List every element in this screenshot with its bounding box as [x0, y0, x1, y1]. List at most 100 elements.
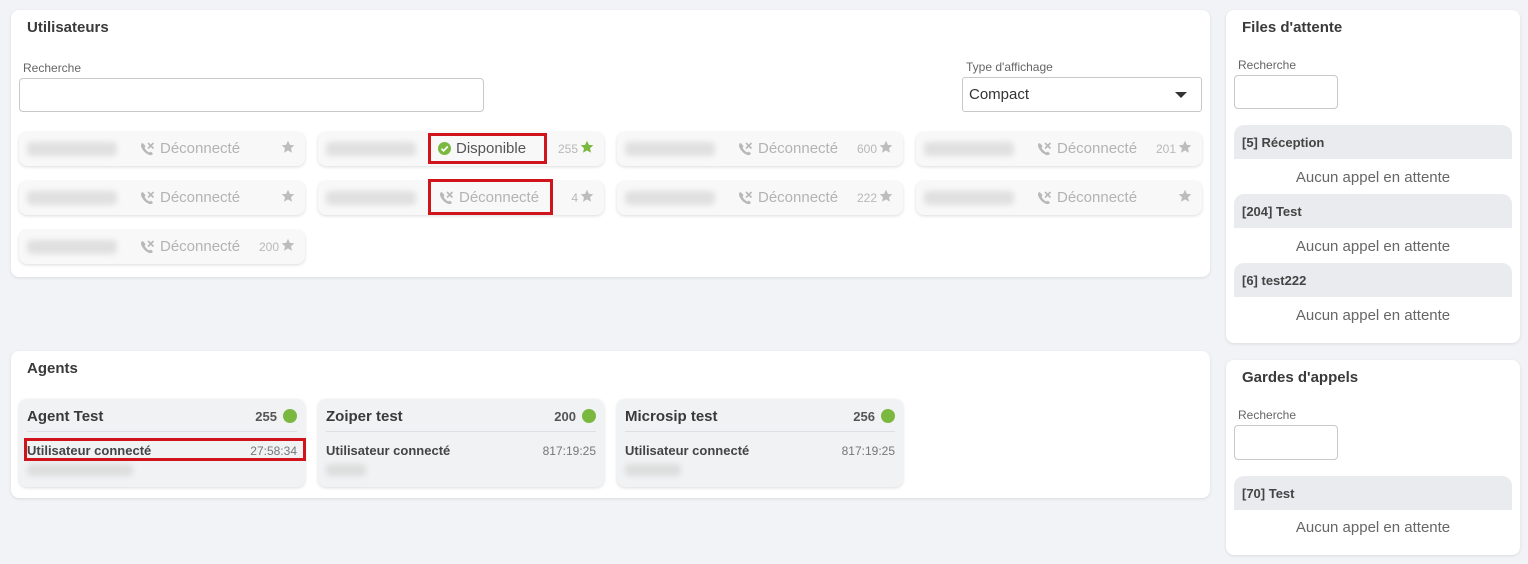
user-name-redacted — [924, 191, 1014, 205]
guard-header[interactable]: [70] Test — [1234, 476, 1512, 510]
agent-extension: 200 — [554, 409, 576, 424]
user-card[interactable]: Déconnecté — [916, 181, 1202, 215]
user-name-redacted — [625, 142, 715, 156]
phone-disconnected-icon — [139, 239, 155, 255]
agent-status: Utilisateur connecté — [625, 443, 750, 458]
user-name-redacted — [27, 240, 117, 254]
user-card[interactable]: Déconnecté 200 — [19, 230, 305, 264]
user-status-label: Déconnecté — [1057, 189, 1138, 206]
divider — [326, 431, 596, 432]
guards-panel: Gardes d'appels Recherche [70] Test Aucu… — [1226, 360, 1520, 555]
queues-search-label: Recherche — [1238, 58, 1297, 72]
display-type-select[interactable]: Compact — [962, 77, 1202, 112]
user-status-label: Déconnecté — [160, 140, 241, 157]
agent-extension: 255 — [255, 409, 277, 424]
user-status-label: Déconnecté — [160, 189, 241, 206]
agent-status: Utilisateur connecté — [326, 443, 451, 458]
agent-detail-redacted — [625, 464, 681, 476]
user-extension: 255 — [557, 142, 578, 156]
users-panel-title: Utilisateurs — [27, 19, 109, 36]
user-extension: 200 — [258, 240, 279, 254]
user-status-label: Déconnecté — [758, 189, 839, 206]
queue-header[interactable]: [5] Réception — [1234, 125, 1512, 159]
guards-search-label: Recherche — [1238, 408, 1297, 422]
user-status-label: Déconnecté — [459, 189, 540, 206]
status-dot-icon — [582, 409, 596, 423]
user-extension: 222 — [856, 191, 877, 205]
user-card[interactable]: Déconnecté 600 — [617, 132, 903, 166]
users-search-input[interactable] — [19, 78, 484, 112]
queue-empty-text: Aucun appel en attente — [1295, 169, 1451, 186]
user-status: Déconnecté — [737, 189, 838, 206]
user-card[interactable]: Déconnecté 222 — [617, 181, 903, 215]
queue-empty-text: Aucun appel en attente — [1295, 238, 1451, 255]
status-dot-icon — [881, 409, 895, 423]
queues-panel: Files d'attente Recherche [5] Réception … — [1226, 10, 1520, 343]
user-extension: 201 — [1155, 142, 1176, 156]
phone-disconnected-icon — [737, 190, 753, 206]
agent-card[interactable]: Zoiper test 200 Utilisateur connecté 817… — [318, 399, 604, 487]
user-status-label: Déconnecté — [1057, 140, 1138, 157]
queue-header[interactable]: [6] test222 — [1234, 263, 1512, 297]
agent-detail-redacted — [27, 464, 133, 476]
agent-detail-redacted — [326, 464, 366, 476]
user-name-redacted — [625, 191, 715, 205]
phone-disconnected-icon — [1036, 141, 1052, 157]
star-icon[interactable] — [281, 189, 295, 203]
user-card[interactable]: Déconnecté 4 — [318, 181, 604, 215]
display-type-label: Type d'affichage — [966, 60, 1053, 74]
queue-header[interactable]: [204] Test — [1234, 194, 1512, 228]
user-status: Déconnecté — [438, 189, 539, 206]
user-name-redacted — [27, 142, 117, 156]
guards-search-input[interactable] — [1234, 425, 1338, 460]
agent-duration: 817:19:25 — [542, 444, 596, 458]
user-status: Déconnecté — [1036, 140, 1137, 157]
user-card[interactable]: Déconnecté — [19, 132, 305, 166]
queues-search-input[interactable] — [1234, 75, 1338, 109]
user-status-label: Déconnecté — [758, 140, 839, 157]
user-extension: 4 — [571, 191, 578, 205]
user-status: Déconnecté — [139, 189, 240, 206]
user-status: Disponible — [438, 140, 526, 157]
agent-name: Agent Test — [27, 408, 104, 425]
phone-disconnected-icon — [139, 190, 155, 206]
agent-duration: 817:19:25 — [841, 444, 895, 458]
phone-disconnected-icon — [139, 141, 155, 157]
agent-status: Utilisateur connecté — [27, 443, 152, 458]
user-status: Déconnecté — [139, 140, 240, 157]
agent-card[interactable]: Microsip test 256 Utilisateur connecté 8… — [617, 399, 903, 487]
divider — [625, 431, 895, 432]
star-icon[interactable] — [580, 140, 594, 154]
user-status-label: Disponible — [456, 140, 527, 157]
check-circle-icon — [438, 142, 451, 155]
user-name-redacted — [27, 191, 117, 205]
star-icon[interactable] — [1178, 189, 1192, 203]
star-icon[interactable] — [281, 238, 295, 252]
user-name-redacted — [326, 191, 416, 205]
agent-name: Microsip test — [625, 408, 718, 425]
caret-down-icon — [1175, 92, 1187, 98]
star-icon[interactable] — [879, 140, 893, 154]
user-card[interactable]: Disponible 255 — [318, 132, 604, 166]
phone-disconnected-icon — [438, 190, 454, 206]
users-search-label: Recherche — [23, 61, 82, 75]
agents-panel-title: Agents — [27, 360, 78, 377]
display-type-value: Compact — [969, 86, 1030, 103]
guard-empty-text: Aucun appel en attente — [1295, 519, 1451, 536]
star-icon[interactable] — [281, 140, 295, 154]
guards-panel-title: Gardes d'appels — [1242, 369, 1359, 386]
phone-disconnected-icon — [737, 141, 753, 157]
agent-card[interactable]: Agent Test 255 Utilisateur connecté 27:5… — [19, 399, 305, 487]
star-icon[interactable] — [1178, 140, 1192, 154]
queue-empty-text: Aucun appel en attente — [1295, 307, 1451, 324]
user-name-redacted — [326, 142, 416, 156]
user-name-redacted — [924, 142, 1014, 156]
agent-name: Zoiper test — [326, 408, 403, 425]
agent-duration: 27:58:34 — [250, 444, 297, 458]
user-extension: 600 — [856, 142, 877, 156]
user-card[interactable]: Déconnecté 201 — [916, 132, 1202, 166]
star-icon[interactable] — [580, 189, 594, 203]
user-card[interactable]: Déconnecté — [19, 181, 305, 215]
user-status-label: Déconnecté — [160, 238, 241, 255]
star-icon[interactable] — [879, 189, 893, 203]
